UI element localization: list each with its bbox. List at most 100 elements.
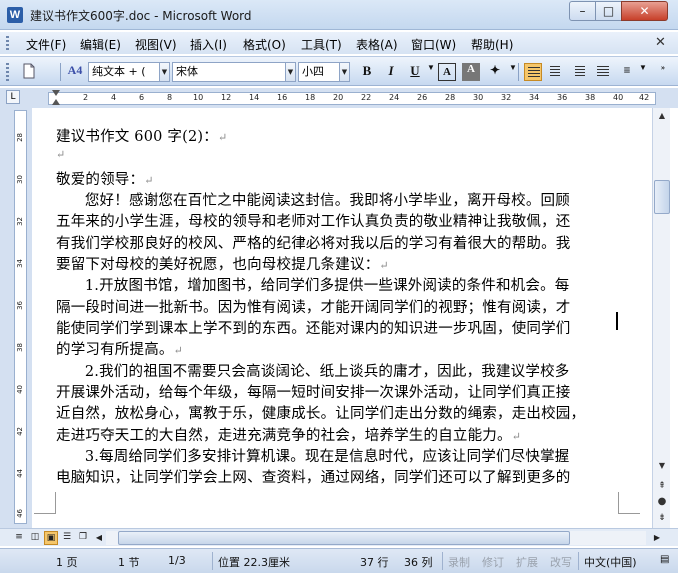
- ruler-number: 6: [139, 93, 145, 102]
- reading-layout-icon[interactable]: ❐: [76, 531, 90, 545]
- menu-table[interactable]: 表格(A): [356, 36, 398, 53]
- new-document-icon[interactable]: [20, 63, 38, 81]
- vruler-number: 32: [16, 217, 24, 226]
- doc-line: 敬爱的领导：↵: [56, 172, 154, 188]
- scroll-down-icon[interactable]: ▼: [654, 458, 670, 474]
- toolbar-options-icon[interactable]: »: [654, 63, 672, 81]
- vertical-scrollbar[interactable]: ▲ ▼ ⇞ ● ⇟: [652, 108, 670, 528]
- menu-file[interactable]: 文件(F): [26, 36, 66, 53]
- styles-formatting-icon[interactable]: A4: [66, 63, 84, 81]
- align-right-icon[interactable]: [570, 63, 588, 81]
- ruler-number: 38: [585, 93, 596, 102]
- close-document-icon[interactable]: ✕: [655, 35, 666, 50]
- ruler-number: 14: [249, 93, 260, 102]
- menu-grip[interactable]: [6, 36, 9, 50]
- style-combo[interactable]: 纯文本 + (: [88, 62, 160, 82]
- vruler-number: 28: [16, 133, 24, 142]
- paragraph-mark-icon: ↵: [379, 259, 389, 272]
- maximize-button[interactable]: □: [595, 1, 622, 21]
- outline-view-icon[interactable]: ☰: [60, 531, 74, 545]
- scroll-right-icon[interactable]: ▶: [650, 531, 664, 545]
- print-layout-icon[interactable]: ▣: [44, 531, 58, 545]
- align-justify-button[interactable]: [524, 63, 542, 81]
- bold-button[interactable]: B: [358, 63, 376, 81]
- align-center-icon[interactable]: [546, 63, 564, 81]
- horizontal-scroll-thumb[interactable]: [118, 531, 570, 545]
- paragraph-mark-icon: ↵: [173, 344, 184, 357]
- document-page[interactable]: 建议书作文 600 字(2)：↵ ↵ 敬爱的领导：↵ 您好！感谢您在百忙之中能阅…: [34, 108, 652, 528]
- ruler-number: 34: [529, 93, 540, 102]
- status-bar: 1 页 1 节 1/3 位置 22.3厘米 37 行 36 列 录制 修订 扩展…: [0, 548, 678, 573]
- formatting-toolbar: A4 纯文本 + ( ▼ 宋体 ▼ 小四 ▼ B I U ▼ A A ✦ ▼ ≡…: [0, 56, 678, 86]
- menu-bar: 文件(F) 编辑(E) 视图(V) 插入(I) 格式(O) 工具(T) 表格(A…: [0, 32, 678, 54]
- doc-line: ↵: [56, 146, 65, 162]
- margin-corner-mark: [618, 492, 640, 514]
- style-dropdown-arrow-icon[interactable]: ▼: [159, 62, 170, 82]
- character-scaling-icon[interactable]: ✦: [486, 63, 504, 81]
- tab-selector[interactable]: L: [6, 90, 20, 104]
- menu-format[interactable]: 格式(O): [243, 36, 286, 53]
- menu-edit[interactable]: 编辑(E): [80, 36, 121, 53]
- scaling-dropdown-icon[interactable]: ▼: [504, 63, 522, 81]
- status-line: 37 行: [360, 556, 389, 569]
- status-section: 1 节: [118, 556, 140, 569]
- paragraph-mark-icon: ↵: [56, 148, 66, 161]
- word-app-icon[interactable]: W: [7, 7, 23, 23]
- char-border-button[interactable]: A: [438, 63, 456, 81]
- web-layout-icon[interactable]: ◫: [28, 531, 42, 545]
- ruler-number: 22: [361, 93, 372, 102]
- select-browse-object-icon[interactable]: ●: [654, 494, 670, 510]
- menu-help[interactable]: 帮助(H): [471, 36, 513, 53]
- font-size-dropdown-arrow-icon[interactable]: ▼: [339, 62, 350, 82]
- toolbar-separator: [518, 63, 519, 81]
- menu-window[interactable]: 窗口(W): [411, 36, 456, 53]
- ruler-number: 10: [193, 93, 204, 102]
- scroll-left-icon[interactable]: ◀: [92, 531, 106, 545]
- window-title: 建议书作文600字.doc - Microsoft Word: [30, 9, 252, 23]
- vertical-ruler[interactable]: 28 30 32 34 36 38 40 42 44 46: [14, 110, 27, 524]
- horizontal-ruler[interactable]: 2 4 6 8 10 12 14 16 18 20 22 24 26 28 30…: [48, 92, 656, 105]
- ruler-number: 26: [417, 93, 428, 102]
- toolbar-grip[interactable]: [6, 63, 9, 81]
- menu-view[interactable]: 视图(V): [135, 36, 177, 53]
- ruler-number: 4: [111, 93, 117, 102]
- char-shading-button[interactable]: A: [462, 63, 480, 81]
- hanging-indent-marker[interactable]: [52, 99, 60, 105]
- status-overtype[interactable]: 改写: [550, 554, 572, 570]
- ruler-number: 20: [333, 93, 344, 102]
- minimize-button[interactable]: –: [569, 1, 596, 21]
- close-button[interactable]: ✕: [621, 1, 668, 21]
- menu-tools[interactable]: 工具(T): [301, 36, 342, 53]
- italic-button[interactable]: I: [382, 63, 400, 81]
- margin-corner-mark: [34, 492, 56, 514]
- status-column: 36 列: [404, 556, 433, 569]
- first-line-indent-marker[interactable]: [52, 90, 60, 96]
- status-record[interactable]: 录制: [448, 554, 470, 570]
- line-spacing-dropdown-icon[interactable]: ▼: [634, 63, 652, 81]
- ruler-number: 24: [389, 93, 400, 102]
- next-page-icon[interactable]: ⇟: [654, 510, 670, 526]
- distributed-align-icon[interactable]: [594, 63, 612, 81]
- status-track-changes[interactable]: 修订: [482, 554, 504, 570]
- doc-line: 电脑知识，让同学们学会上网、查资料，通过网络，同学们还可以了解到更多的: [56, 470, 571, 486]
- doc-line: 要留下对母校的美好祝愿，也向母校提几条建议：↵: [56, 257, 389, 273]
- status-extend[interactable]: 扩展: [516, 554, 538, 570]
- vruler-number: 34: [16, 259, 24, 268]
- menu-insert[interactable]: 插入(I): [190, 36, 227, 53]
- vertical-scroll-thumb[interactable]: [654, 180, 670, 214]
- scroll-up-icon[interactable]: ▲: [654, 108, 670, 124]
- font-dropdown-arrow-icon[interactable]: ▼: [285, 62, 296, 82]
- doc-line: 五年来的小学生涯，母校的领导和老师对工作认真负责的敬业精神让我敬佩，还: [56, 214, 571, 230]
- previous-page-icon[interactable]: ⇞: [654, 478, 670, 494]
- normal-view-icon[interactable]: ≡: [12, 531, 26, 545]
- vruler-number: 38: [16, 343, 24, 352]
- status-spelling-icon[interactable]: ▤: [660, 554, 669, 565]
- status-separator: [442, 552, 443, 570]
- toolbar-separator: [60, 63, 61, 81]
- paragraph-mark-icon: ↵: [511, 430, 522, 443]
- font-size-combo[interactable]: 小四: [298, 62, 340, 82]
- font-combo[interactable]: 宋体: [172, 62, 286, 82]
- status-separator: [212, 552, 213, 570]
- vruler-number: 46: [16, 509, 24, 518]
- vruler-number: 42: [16, 427, 24, 436]
